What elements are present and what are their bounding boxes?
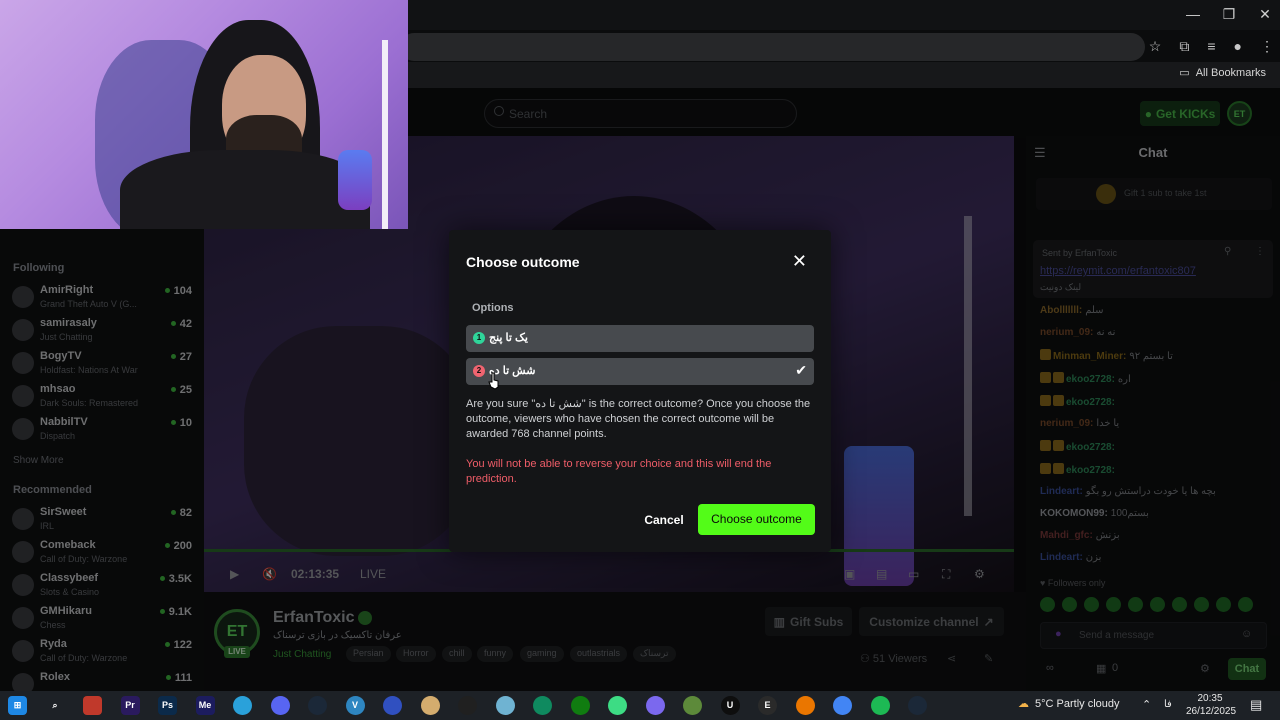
search-icon[interactable]: ⌕ [46, 696, 65, 715]
edge-icon[interactable] [533, 696, 552, 715]
obs-icon[interactable] [458, 696, 477, 715]
modal-title: Choose outcome [466, 254, 580, 270]
spotify-icon[interactable] [870, 696, 890, 715]
webcam-person-body [120, 150, 370, 229]
option-number-badge: 1 [473, 332, 485, 344]
webcam-microphone [338, 150, 372, 210]
media-encoder-icon[interactable]: Me [195, 696, 215, 715]
stats-icon[interactable] [383, 696, 402, 715]
star-icon[interactable]: ☆ [1149, 38, 1162, 55]
all-bookmarks-button[interactable]: ▭ All Bookmarks [1179, 66, 1266, 80]
minimize-button[interactable]: — [1178, 6, 1208, 22]
media-icon[interactable]: ≡ [1207, 38, 1215, 55]
weather-icon: ☁ [1018, 698, 1029, 710]
menu-icon[interactable]: ⋮ [1260, 38, 1274, 55]
outcome-option-2[interactable]: 2 شش تا ده ✔ [466, 358, 814, 385]
blender-icon[interactable] [795, 696, 815, 715]
close-window-button[interactable]: ✕ [1250, 6, 1280, 23]
webcam-overlay [0, 0, 408, 229]
weather-label: 5°C Partly cloudy [1035, 697, 1120, 710]
language-indicator[interactable]: فا [1164, 699, 1172, 710]
outcome-option-1[interactable]: 1 یک تا پنج [466, 325, 814, 352]
steam-app-icon[interactable] [908, 696, 927, 715]
warning-text: You will not be able to reverse your cho… [466, 458, 772, 485]
android-icon[interactable] [608, 696, 627, 715]
choose-outcome-button[interactable]: Choose outcome [698, 504, 815, 535]
weather-widget[interactable]: ☁ 5°C Partly cloudy [1018, 697, 1120, 711]
webcam-light-bar [382, 40, 388, 229]
controller-icon[interactable] [645, 696, 665, 715]
option-number-badge: 2 [473, 365, 485, 377]
photoshop-icon[interactable]: Ps [158, 696, 177, 715]
browser-icon[interactable] [83, 696, 102, 715]
unreal-icon[interactable]: U [720, 696, 740, 715]
profile-icon[interactable]: ● [1234, 38, 1242, 55]
notes-icon[interactable] [495, 696, 515, 715]
close-icon[interactable]: ✕ [792, 252, 807, 270]
chrome-icon[interactable] [833, 696, 852, 715]
app-icon[interactable] [420, 696, 440, 715]
minecraft-icon[interactable] [683, 696, 702, 715]
epic-icon[interactable]: E [758, 696, 777, 715]
tray-chevron-icon[interactable]: ⌃ [1142, 698, 1151, 711]
confirmation-text: Are you sure "شش تا ده" is the correct o… [466, 398, 811, 440]
discord-icon[interactable] [270, 696, 290, 715]
options-label: Options [472, 302, 514, 314]
windows-start-icon[interactable]: ⊞ [8, 696, 27, 715]
notification-icon[interactable]: ▤ [1250, 697, 1262, 713]
maximize-button[interactable]: ❐ [1214, 6, 1244, 23]
telegram-icon[interactable] [233, 696, 252, 715]
all-bookmarks-label: All Bookmarks [1195, 66, 1266, 79]
clock-time: 20:35 [1197, 693, 1223, 704]
clock-date: 26/12/2025 [1186, 706, 1237, 717]
option-label: یک تا پنج [489, 332, 528, 344]
address-bar[interactable] [400, 33, 1145, 61]
xbox-icon[interactable] [570, 696, 590, 715]
steam-icon[interactable] [308, 696, 327, 715]
system-clock[interactable]: 20:35 26/12/2025 [1186, 692, 1237, 718]
checkmark-icon: ✔ [795, 362, 807, 378]
folder-icon: ▭ [1179, 67, 1190, 79]
cancel-button[interactable]: Cancel [639, 505, 689, 535]
premiere-icon[interactable]: Pr [120, 696, 140, 715]
vpn-icon[interactable]: V [345, 696, 365, 715]
browser-toolbar: ☆ ⧉ ≡ ● ⋮ [1149, 38, 1274, 55]
extensions-icon[interactable]: ⧉ [1179, 38, 1189, 55]
hand-cursor-icon [488, 372, 499, 390]
choose-outcome-modal: Choose outcome ✕ Options 1 یک تا پنج 2 شش ت… [449, 230, 831, 552]
